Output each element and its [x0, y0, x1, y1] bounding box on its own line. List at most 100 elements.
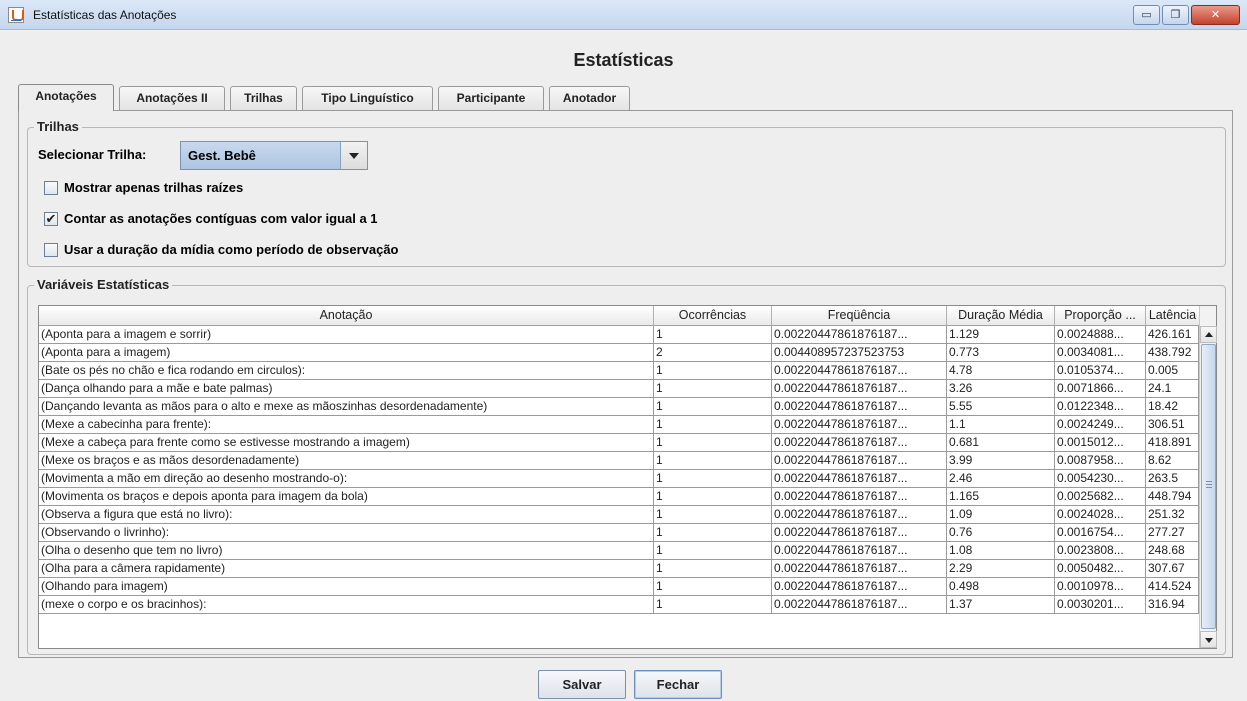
table-row[interactable]: (Olha para a câmera rapidamente) 1 0.00220… — [39, 560, 1199, 578]
cell-duracao-media[interactable]: 0.498 — [947, 578, 1055, 596]
cell-duracao-media[interactable]: 2.46 — [947, 470, 1055, 488]
cell-proporcao[interactable]: 0.0016754... — [1055, 524, 1146, 542]
cell-ocorrencias[interactable]: 2 — [654, 344, 772, 362]
cell-anotacao[interactable]: (Observando o livrinho): — [39, 524, 654, 542]
cell-frequencia[interactable]: 0.00220447861876187... — [772, 452, 947, 470]
cell-anotacao[interactable]: (Observa a figura que está no livro): — [39, 506, 654, 524]
maximize-button[interactable]: ❐ — [1162, 5, 1189, 25]
cell-ocorrencias[interactable]: 1 — [654, 560, 772, 578]
cell-proporcao[interactable]: 0.0010978... — [1055, 578, 1146, 596]
tab-anotacoes[interactable]: Anotações — [18, 84, 114, 111]
cell-duracao-media[interactable]: 1.129 — [947, 326, 1055, 344]
table-row[interactable]: (Dançando levanta as mãos para o alto e … — [39, 398, 1199, 416]
cell-proporcao[interactable]: 0.0015012... — [1055, 434, 1146, 452]
cell-frequencia[interactable]: 0.00220447861876187... — [772, 524, 947, 542]
media-duration-checkbox[interactable] — [44, 243, 58, 257]
tab-anotador[interactable]: Anotador — [549, 86, 630, 110]
cell-duracao-media[interactable]: 1.37 — [947, 596, 1055, 614]
column-header-anotacao[interactable]: Anotação — [39, 306, 654, 326]
cell-proporcao[interactable]: 0.0087958... — [1055, 452, 1146, 470]
scroll-down-arrow-icon[interactable] — [1200, 631, 1217, 648]
table-row[interactable]: (Mexe a cabecinha para frente): 1 0.002204… — [39, 416, 1199, 434]
minimize-button[interactable]: ▭ — [1133, 5, 1160, 25]
cell-anotacao[interactable]: (Olha o desenho que tem no livro) — [39, 542, 654, 560]
cell-proporcao[interactable]: 0.0071866... — [1055, 380, 1146, 398]
cell-latencia[interactable]: 251.32 — [1146, 506, 1199, 524]
cell-duracao-media[interactable]: 5.55 — [947, 398, 1055, 416]
cell-anotacao[interactable]: (mexe o corpo e os bracinhos): — [39, 596, 654, 614]
cell-anotacao[interactable]: (Mexe a cabecinha para frente): — [39, 416, 654, 434]
cell-duracao-media[interactable]: 2.29 — [947, 560, 1055, 578]
cell-frequencia[interactable]: 0.00220447861876187... — [772, 506, 947, 524]
cell-duracao-media[interactable]: 1.09 — [947, 506, 1055, 524]
cell-duracao-media[interactable]: 4.78 — [947, 362, 1055, 380]
cell-frequencia[interactable]: 0.00220447861876187... — [772, 542, 947, 560]
table-row[interactable]: (Mexe os braços e as mãos desordenadamen… — [39, 452, 1199, 470]
cell-frequencia[interactable]: 0.00220447861876187... — [772, 434, 947, 452]
table-vertical-scrollbar[interactable] — [1199, 306, 1217, 648]
cell-anotacao[interactable]: (Aponta para a imagem) — [39, 344, 654, 362]
cell-proporcao[interactable]: 0.0024888... — [1055, 326, 1146, 344]
count-contiguous-checkbox[interactable]: ✔ — [44, 212, 58, 226]
cell-latencia[interactable]: 18.42 — [1146, 398, 1199, 416]
cell-anotacao[interactable]: (Movimenta a mão em direção ao desenho m… — [39, 470, 654, 488]
table-row[interactable]: (Aponta para a imagem) 2 0.004408957237523… — [39, 344, 1199, 362]
cell-ocorrencias[interactable]: 1 — [654, 524, 772, 542]
cell-latencia[interactable]: 307.67 — [1146, 560, 1199, 578]
tab-trilhas[interactable]: Trilhas — [230, 86, 297, 110]
cell-latencia[interactable]: 24.1 — [1146, 380, 1199, 398]
tab-anotacoes-ii[interactable]: Anotações II — [119, 86, 225, 110]
table-row[interactable]: (Aponta para a imagem e sorrir) 1 0.002204… — [39, 326, 1199, 344]
cell-frequencia[interactable]: 0.00220447861876187... — [772, 416, 947, 434]
table-row[interactable]: (Olhando para imagem) 1 0.0022044786187618… — [39, 578, 1199, 596]
column-header-frequencia[interactable]: Freqüência — [772, 306, 947, 326]
save-button[interactable]: Salvar — [538, 670, 626, 699]
cell-ocorrencias[interactable]: 1 — [654, 380, 772, 398]
cell-proporcao[interactable]: 0.0024249... — [1055, 416, 1146, 434]
cell-ocorrencias[interactable]: 1 — [654, 506, 772, 524]
cell-duracao-media[interactable]: 1.08 — [947, 542, 1055, 560]
cell-latencia[interactable]: 0.005 — [1146, 362, 1199, 380]
table-row[interactable]: (Movimenta os braços e depois aponta par… — [39, 488, 1199, 506]
cell-ocorrencias[interactable]: 1 — [654, 542, 772, 560]
cell-latencia[interactable]: 277.27 — [1146, 524, 1199, 542]
tab-tipo-linguistico[interactable]: Tipo Linguístico — [302, 86, 433, 110]
cell-ocorrencias[interactable]: 1 — [654, 578, 772, 596]
column-header-ocorrencias[interactable]: Ocorrências — [654, 306, 772, 326]
column-header-proporcao[interactable]: Proporção ... — [1055, 306, 1146, 326]
cell-ocorrencias[interactable]: 1 — [654, 470, 772, 488]
cell-proporcao[interactable]: 0.0024028... — [1055, 506, 1146, 524]
cell-duracao-media[interactable]: 0.773 — [947, 344, 1055, 362]
cell-proporcao[interactable]: 0.0054230... — [1055, 470, 1146, 488]
cell-anotacao[interactable]: (Movimenta os braços e depois aponta par… — [39, 488, 654, 506]
cell-ocorrencias[interactable]: 1 — [654, 488, 772, 506]
cell-proporcao[interactable]: 0.0023808... — [1055, 542, 1146, 560]
cell-duracao-media[interactable]: 1.165 — [947, 488, 1055, 506]
cell-frequencia[interactable]: 0.00220447861876187... — [772, 362, 947, 380]
cell-frequencia[interactable]: 0.00220447861876187... — [772, 596, 947, 614]
close-window-button[interactable]: ✕ — [1191, 5, 1240, 25]
cell-latencia[interactable]: 248.68 — [1146, 542, 1199, 560]
cell-latencia[interactable]: 426.161 — [1146, 326, 1199, 344]
cell-anotacao[interactable]: (Bate os pés no chão e fica rodando em c… — [39, 362, 654, 380]
table-row[interactable]: (Dança olhando para a mãe e bate palmas)… — [39, 380, 1199, 398]
cell-proporcao[interactable]: 0.0122348... — [1055, 398, 1146, 416]
cell-anotacao[interactable]: (Olhando para imagem) — [39, 578, 654, 596]
cell-duracao-media[interactable]: 3.26 — [947, 380, 1055, 398]
cell-ocorrencias[interactable]: 1 — [654, 434, 772, 452]
column-header-latencia[interactable]: Latência — [1146, 306, 1199, 326]
cell-duracao-media[interactable]: 0.76 — [947, 524, 1055, 542]
cell-frequencia[interactable]: 0.00220447861876187... — [772, 488, 947, 506]
cell-proporcao[interactable]: 0.0030201... — [1055, 596, 1146, 614]
cell-frequencia[interactable]: 0.00220447861876187... — [772, 398, 947, 416]
cell-ocorrencias[interactable]: 1 — [654, 452, 772, 470]
cell-proporcao[interactable]: 0.0034081... — [1055, 344, 1146, 362]
cell-proporcao[interactable]: 0.0105374... — [1055, 362, 1146, 380]
tab-participante[interactable]: Participante — [438, 86, 544, 110]
cell-latencia[interactable]: 418.891 — [1146, 434, 1199, 452]
chevron-down-icon[interactable] — [340, 142, 367, 169]
cell-duracao-media[interactable]: 3.99 — [947, 452, 1055, 470]
cell-frequencia[interactable]: 0.00220447861876187... — [772, 326, 947, 344]
cell-frequencia[interactable]: 0.004408957237523753 — [772, 344, 947, 362]
scroll-up-arrow-icon[interactable] — [1200, 326, 1217, 343]
